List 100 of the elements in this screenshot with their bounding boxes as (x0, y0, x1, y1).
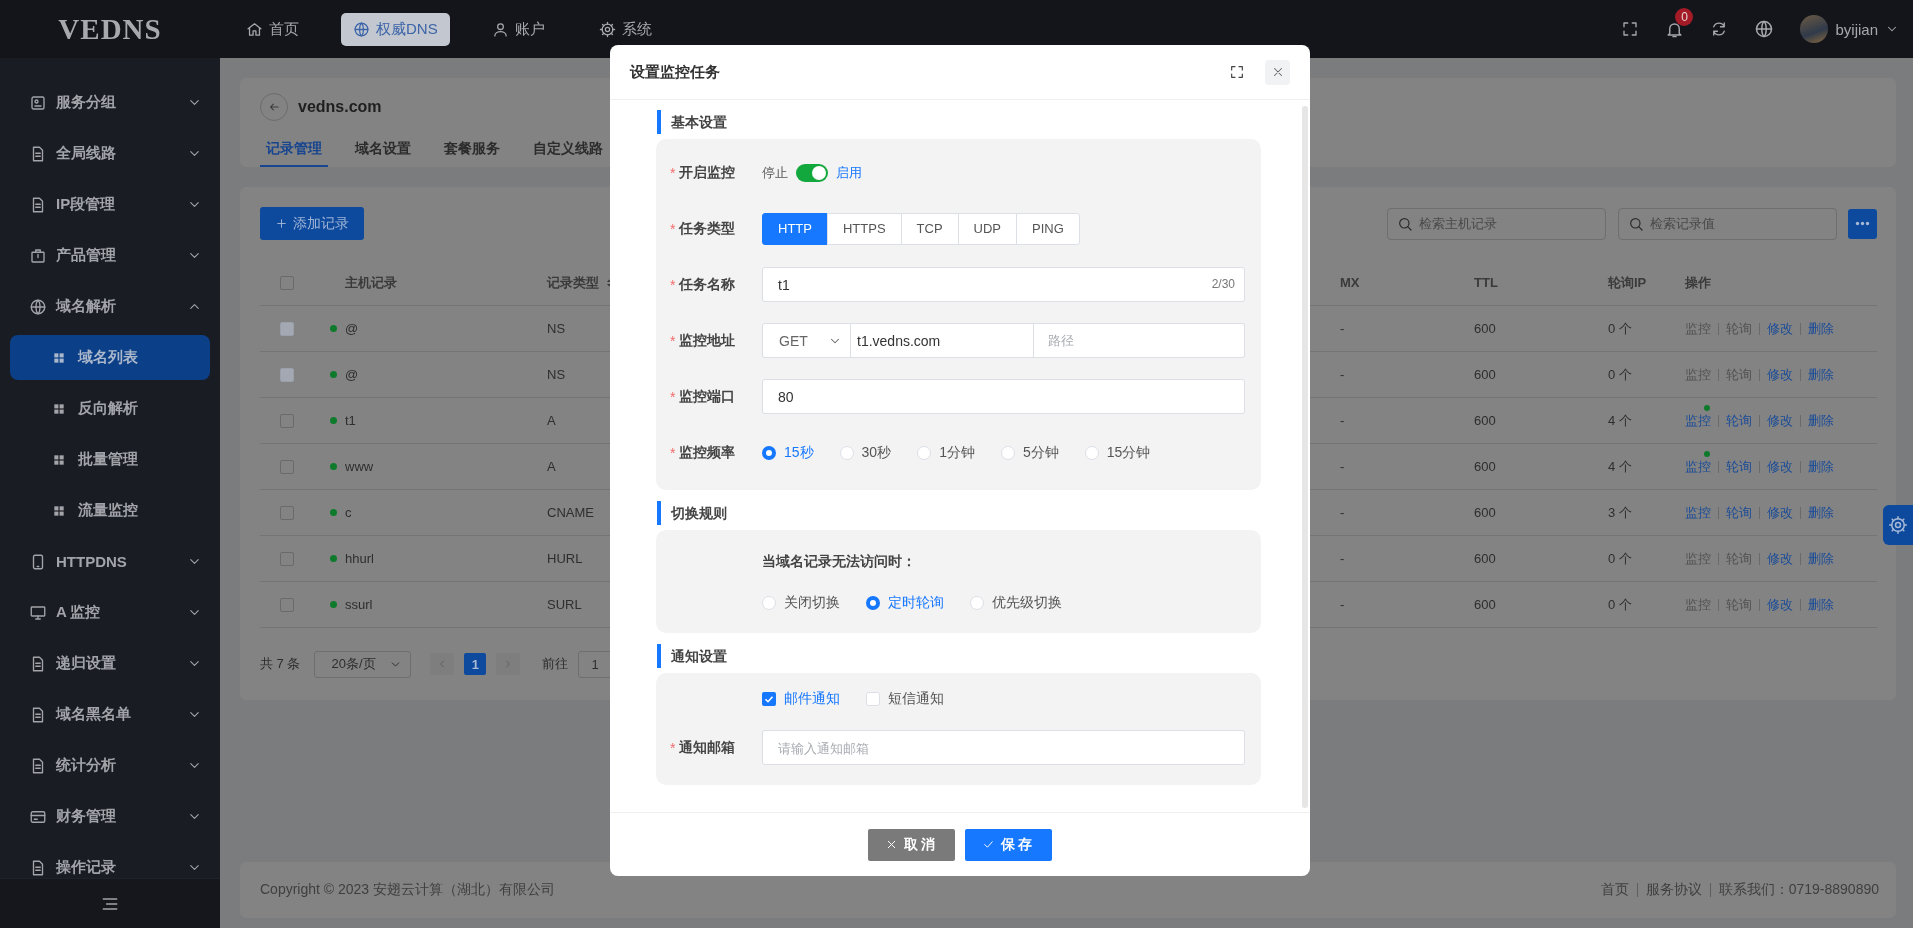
checkbox[interactable] (280, 505, 294, 520)
toggle-switch[interactable] (796, 163, 828, 182)
action-link[interactable]: 修改 (1767, 596, 1793, 612)
segment-button[interactable]: UDP (957, 212, 1018, 245)
field-label: 开启监控 (679, 163, 736, 182)
user-menu[interactable]: byijian (1800, 15, 1899, 43)
sidebar-item[interactable]: 操作记录 (0, 845, 220, 878)
globe-icon (29, 297, 47, 316)
sidebar-item[interactable]: 财务管理 (0, 794, 220, 839)
path-field[interactable]: 路径 (1034, 323, 1245, 358)
checkbox[interactable] (280, 275, 294, 290)
action-link[interactable]: 修改 (1767, 550, 1793, 566)
action-link[interactable]: 监控 (1685, 504, 1711, 520)
radio-option[interactable]: 15分钟 (1084, 443, 1151, 462)
nav-tab[interactable]: 账户 (479, 12, 557, 46)
page-number[interactable]: 1 (464, 653, 487, 675)
column-header: 操作 (1685, 273, 1711, 292)
cancel-button[interactable]: 取消 (868, 828, 955, 861)
checkbox[interactable] (280, 459, 294, 474)
action-link[interactable]: 修改 (1767, 458, 1793, 474)
page-size-select[interactable]: 20条/页 (314, 650, 412, 678)
required-mark: * (670, 220, 676, 237)
tab[interactable]: 自定义线路 (527, 133, 609, 167)
action-link[interactable]: 删除 (1808, 596, 1834, 612)
sidebar-subitem[interactable]: 域名列表 (10, 335, 210, 380)
sidebar-item[interactable]: 域名黑名单 (0, 692, 220, 737)
search-field[interactable]: 检索主机记录 (1387, 207, 1606, 240)
host-field[interactable]: t1.vedns.com (851, 323, 1034, 358)
sidebar-item[interactable]: 统计分析 (0, 743, 220, 788)
search-field[interactable]: 检索记录值 (1618, 207, 1837, 240)
segment-button[interactable]: TCP (900, 212, 959, 245)
nav-tab[interactable]: 权威DNS (341, 12, 450, 46)
sidebar-item[interactable]: 域名解析 (0, 284, 220, 329)
radio-option[interactable]: 5分钟 (1000, 443, 1059, 462)
radio-option[interactable]: 定时轮询 (866, 594, 944, 612)
instruction-text: 当域名记录无法访问时： (762, 553, 916, 571)
fullscreen-icon (1621, 20, 1640, 38)
add-record-button[interactable]: 添加记录 (260, 207, 364, 240)
sidebar-item[interactable]: 产品管理 (0, 233, 220, 278)
action-link[interactable]: 修改 (1767, 412, 1793, 428)
footer-link[interactable]: 首页 (1600, 881, 1629, 899)
input-field[interactable]: 请输入通知邮箱 (762, 730, 1245, 765)
sidebar-item[interactable]: A 监控 (0, 590, 220, 635)
footer-link[interactable]: 服务协议 (1645, 881, 1702, 899)
close-button[interactable] (1265, 59, 1290, 85)
nav-tab[interactable]: 首页 (234, 12, 311, 46)
sidebar-item[interactable]: 服务分组 (0, 80, 220, 125)
action-link[interactable]: 监控 (1685, 412, 1711, 428)
action-link[interactable]: 修改 (1767, 504, 1793, 520)
required-mark: * (670, 739, 676, 756)
table-cell: 4 个 (1608, 457, 1632, 476)
more-button[interactable] (1848, 208, 1877, 239)
action-link[interactable]: 删除 (1808, 458, 1834, 474)
sidebar-item[interactable]: IP段管理 (0, 182, 220, 227)
checkbox[interactable] (280, 551, 294, 566)
action-link[interactable]: 删除 (1808, 504, 1834, 520)
action-link[interactable]: 轮询 (1726, 412, 1752, 428)
method-select[interactable]: GET (762, 323, 851, 358)
sidebar-subitem[interactable]: 批量管理 (10, 437, 210, 482)
radio-option[interactable]: 1分钟 (917, 443, 975, 462)
grid-icon (52, 452, 66, 467)
sidebar-subitem[interactable]: 流量监控 (10, 488, 210, 533)
grid-icon (52, 503, 66, 518)
check-icon (982, 838, 995, 851)
checkbox-option[interactable]: 邮件通知 (762, 690, 840, 708)
sidebar-subitem[interactable]: 反向解析 (10, 386, 210, 431)
action-link[interactable]: 轮询 (1726, 458, 1752, 474)
action-link[interactable]: 删除 (1808, 412, 1834, 428)
avatar (1800, 15, 1829, 43)
sidebar-item[interactable]: 全局线路 (0, 131, 220, 176)
table-cell: NS (547, 367, 566, 382)
sidebar-item[interactable]: 递归设置 (0, 641, 220, 686)
radio-option[interactable]: 关闭切换 (762, 594, 840, 612)
action-link[interactable]: 轮询 (1726, 504, 1752, 520)
footer-link[interactable]: 联系我们：0719-8890890 (1718, 881, 1879, 899)
checkbox[interactable] (280, 597, 294, 612)
radio-option[interactable]: 30秒 (839, 443, 892, 462)
segment-button[interactable]: HTTPS (826, 212, 902, 245)
column-header: 轮询IP (1608, 273, 1647, 292)
nav-tab[interactable]: 系统 (586, 12, 664, 46)
segment-button[interactable]: HTTP (762, 212, 828, 245)
user-icon (491, 20, 509, 38)
dialog-title: 设置监控任务 (630, 62, 720, 82)
tab[interactable]: 记录管理 (260, 133, 328, 167)
sidebar-item[interactable]: HTTPDNS (0, 539, 220, 584)
required-mark: * (670, 276, 676, 293)
radio-option[interactable]: 优先级切换 (970, 594, 1062, 612)
table-cell: 0 个 (1608, 595, 1632, 614)
tab[interactable]: 域名设置 (349, 133, 417, 167)
back-arrow-icon (267, 100, 281, 114)
segment-button[interactable]: PING (1016, 212, 1080, 245)
checkbox-option[interactable]: 短信通知 (866, 690, 944, 708)
settings-button[interactable] (1883, 505, 1913, 545)
radio-option[interactable]: 15秒 (762, 443, 814, 462)
checkbox[interactable] (280, 413, 294, 428)
action-link[interactable]: 监控 (1685, 458, 1711, 474)
action-link[interactable]: 删除 (1808, 550, 1834, 566)
save-button[interactable]: 保存 (965, 828, 1052, 861)
input-field[interactable]: 80 (762, 379, 1245, 414)
tab[interactable]: 套餐服务 (438, 133, 506, 167)
